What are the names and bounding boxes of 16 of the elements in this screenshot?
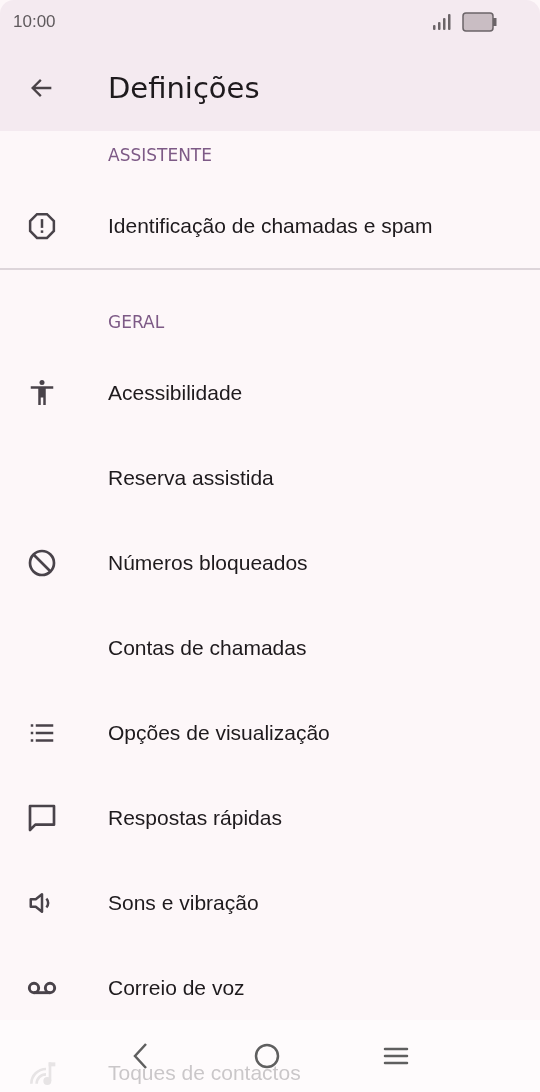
- settings-item[interactable]: Números bloqueados: [0, 520, 540, 605]
- settings-item[interactable]: Opções de visualização: [0, 690, 540, 775]
- section-header: ASSISTENTE: [107, 144, 213, 167]
- section-header: GERAL: [107, 311, 166, 334]
- signal-icon: [432, 14, 452, 30]
- battery-icon: [462, 12, 498, 32]
- settings-item[interactable]: Respostas rápidas: [0, 775, 540, 860]
- settings-item[interactable]: Identificação de chamadas e spam: [0, 183, 540, 268]
- settings-item[interactable]: Contas de chamadas: [0, 605, 540, 690]
- alert-icon: [27, 210, 57, 241]
- settings-item[interactable]: Correio de voz: [0, 945, 540, 1030]
- page-title: Definições: [108, 70, 260, 105]
- settings-item[interactable]: Reserva assistida: [0, 435, 540, 520]
- status-time: 10:00: [13, 12, 56, 32]
- settings-item[interactable]: Sons e vibração: [0, 860, 540, 945]
- settings-item[interactable]: Acessibilidade: [0, 350, 540, 435]
